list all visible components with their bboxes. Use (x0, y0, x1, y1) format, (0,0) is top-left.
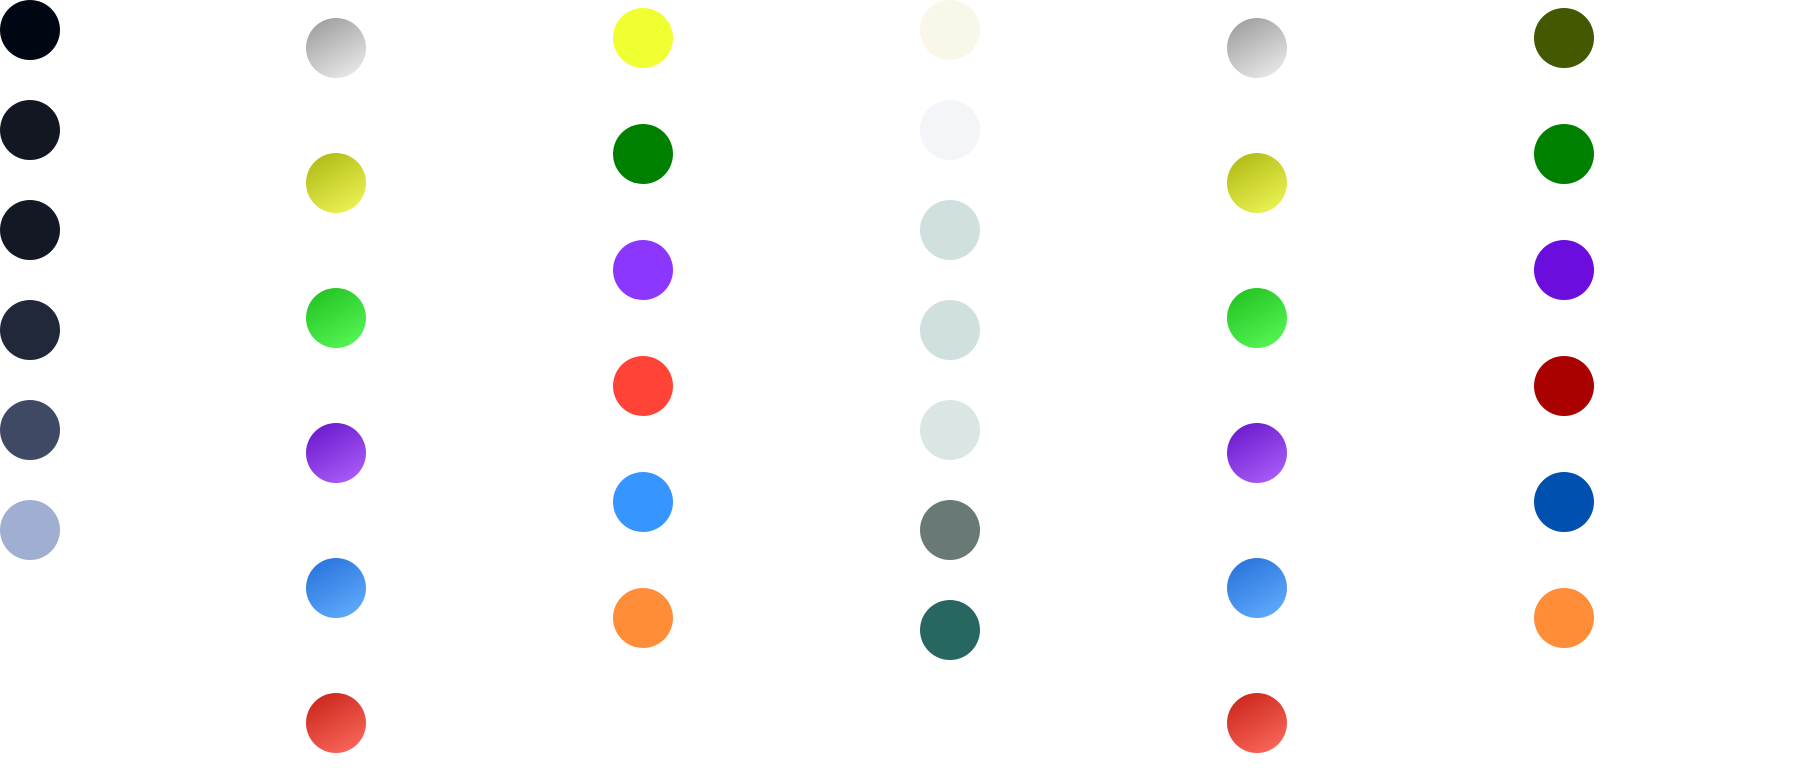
palette-solid-deep (1534, 0, 1594, 770)
swatch-neutral-light-5 (920, 400, 980, 460)
swatch-neutral-dark-2 (0, 100, 60, 160)
swatch-gradient-a-green (306, 288, 366, 348)
swatch-gradient-a-blue (306, 558, 366, 618)
swatch-bright-yellow (613, 8, 673, 68)
palette-neutral-dark (0, 0, 60, 770)
swatch-bright-red (613, 356, 673, 416)
swatch-deep-orange (1534, 588, 1594, 648)
palette-neutral-light (920, 0, 980, 770)
swatch-deep-blue (1534, 472, 1594, 532)
swatch-deep-green (1534, 124, 1594, 184)
swatch-gradient-a-yellow (306, 153, 366, 213)
swatch-gradient-b-blue (1227, 558, 1287, 618)
swatch-bright-purple (613, 240, 673, 300)
swatch-neutral-light-7 (920, 600, 980, 660)
swatch-bright-blue (613, 472, 673, 532)
palette-solid-bright (613, 0, 673, 770)
swatch-gradient-b-yellow (1227, 153, 1287, 213)
swatch-deep-purple (1534, 240, 1594, 300)
swatch-neutral-dark-5 (0, 400, 60, 460)
swatch-neutral-light-1 (920, 0, 980, 60)
swatch-gradient-a-gray (306, 18, 366, 78)
swatch-gradient-b-purple (1227, 423, 1287, 483)
swatch-gradient-b-red (1227, 693, 1287, 753)
swatch-deep-olive (1534, 8, 1594, 68)
swatch-neutral-dark-6 (0, 500, 60, 560)
swatch-bright-orange (613, 588, 673, 648)
swatch-neutral-dark-3 (0, 200, 60, 260)
swatch-neutral-dark-4 (0, 300, 60, 360)
swatch-gradient-b-green (1227, 288, 1287, 348)
swatch-gradient-b-gray (1227, 18, 1287, 78)
swatch-neutral-light-6 (920, 500, 980, 560)
swatch-gradient-a-purple (306, 423, 366, 483)
swatch-neutral-light-2 (920, 100, 980, 160)
palette-gradient-set-a (306, 0, 366, 770)
palette-gradient-set-b (1227, 0, 1287, 770)
swatch-gradient-a-red (306, 693, 366, 753)
swatch-neutral-dark-1 (0, 0, 60, 60)
swatch-deep-red (1534, 356, 1594, 416)
swatch-neutral-light-4 (920, 300, 980, 360)
swatch-bright-green (613, 124, 673, 184)
swatch-neutral-light-3 (920, 200, 980, 260)
